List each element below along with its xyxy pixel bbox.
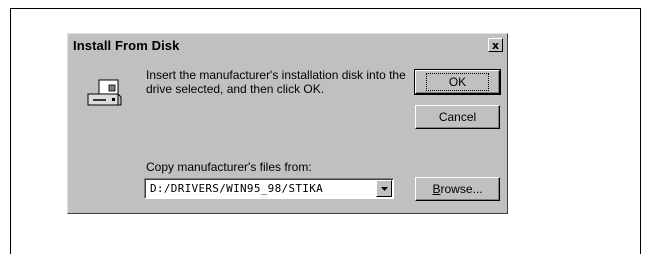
ok-button-label: OK xyxy=(425,73,490,91)
instruction-message: Insert the manufacturer's installation d… xyxy=(146,68,406,96)
copy-files-label: Copy manufacturer's files from: xyxy=(146,160,312,174)
install-from-disk-dialog: Install From Disk x Insert the manufactu… xyxy=(67,33,508,214)
close-button[interactable]: x xyxy=(488,38,503,52)
disk-drive-icon xyxy=(87,79,122,106)
chevron-down-icon xyxy=(380,186,388,191)
dropdown-button[interactable] xyxy=(376,180,392,197)
dialog-title: Install From Disk xyxy=(73,37,180,53)
cancel-button[interactable]: Cancel xyxy=(415,105,500,129)
ok-button[interactable]: OK xyxy=(414,69,501,95)
title-bar[interactable]: Install From Disk x xyxy=(70,35,505,55)
close-icon: x xyxy=(491,38,500,52)
source-path-combobox[interactable]: D:/DRIVERS/WIN95_98/STIKA xyxy=(144,178,394,199)
cancel-button-label: Cancel xyxy=(438,110,477,124)
browse-button[interactable]: Browse... xyxy=(415,177,500,201)
source-path-value: D:/DRIVERS/WIN95_98/STIKA xyxy=(150,182,324,195)
browse-button-label: Browse... xyxy=(432,182,483,196)
